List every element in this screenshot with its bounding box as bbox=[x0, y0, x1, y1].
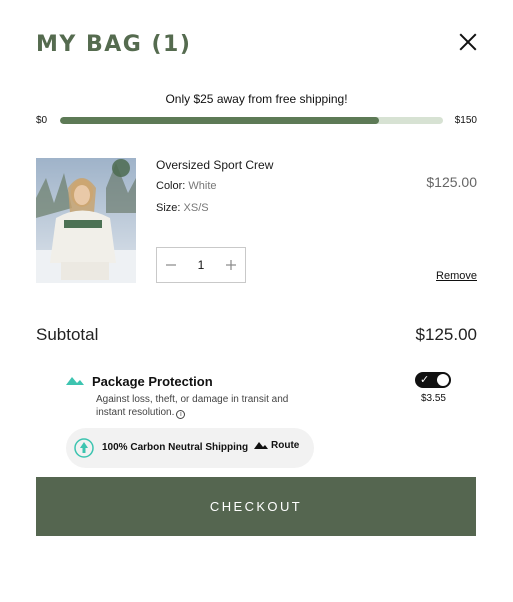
tree-icon bbox=[74, 438, 94, 458]
protection-title: Package Protection bbox=[92, 374, 213, 389]
free-shipping-message: Only $25 away from free shipping! bbox=[165, 92, 348, 106]
page-title: MY BAG (1) bbox=[36, 32, 192, 57]
cart-header: MY BAG (1) bbox=[36, 30, 477, 62]
route-logo-icon bbox=[254, 442, 268, 449]
product-image[interactable] bbox=[36, 158, 136, 283]
toggle-knob bbox=[437, 374, 449, 386]
minus-icon[interactable] bbox=[157, 248, 185, 282]
size-value: XS/S bbox=[183, 202, 209, 214]
product-name[interactable]: Oversized Sport Crew bbox=[156, 158, 273, 172]
route-logo-icon bbox=[66, 377, 84, 385]
product-color: Color: White bbox=[156, 180, 217, 192]
package-protection: Package Protection Against loss, theft, … bbox=[66, 372, 451, 422]
close-icon[interactable] bbox=[459, 32, 477, 50]
quantity-value[interactable]: 1 bbox=[185, 258, 217, 272]
protection-price: $3.55 bbox=[420, 393, 446, 404]
carbon-text: 100% Carbon Neutral Shipping bbox=[102, 442, 249, 453]
protection-toggle[interactable]: ✓ bbox=[415, 372, 451, 388]
progress-track bbox=[60, 117, 443, 124]
shipping-progress: $0 $150 bbox=[36, 114, 477, 128]
product-size: Size: XS/S bbox=[156, 202, 209, 214]
quantity-stepper: 1 bbox=[156, 247, 246, 283]
progress-fill bbox=[60, 117, 380, 124]
checkout-button[interactable]: CHECKOUT bbox=[36, 477, 476, 536]
subtotal-label: Subtotal bbox=[36, 325, 99, 344]
color-value: White bbox=[188, 180, 217, 192]
protection-description: Against loss, theft, or damage in transi… bbox=[96, 393, 306, 419]
check-icon: ✓ bbox=[420, 374, 430, 386]
carbon-neutral-badge: 100% Carbon Neutral Shipping Route bbox=[66, 428, 314, 468]
size-label: Size: bbox=[156, 202, 181, 214]
subtotal-row: Subtotal $125.00 bbox=[36, 325, 477, 347]
protection-description-text: Against loss, theft, or damage in transi… bbox=[96, 394, 289, 418]
plus-icon[interactable] bbox=[217, 248, 245, 282]
progress-min-label: $0 bbox=[36, 115, 48, 126]
product-price: $125.00 bbox=[426, 174, 477, 190]
progress-max-label: $150 bbox=[454, 115, 477, 126]
cart-item: Oversized Sport Crew Color: White Size: … bbox=[36, 158, 477, 288]
route-brand: Route bbox=[271, 440, 300, 451]
info-icon[interactable]: i bbox=[176, 410, 186, 419]
subtotal-value: $125.00 bbox=[415, 325, 477, 344]
color-label: Color: bbox=[156, 180, 186, 192]
remove-link[interactable]: Remove bbox=[436, 270, 477, 282]
